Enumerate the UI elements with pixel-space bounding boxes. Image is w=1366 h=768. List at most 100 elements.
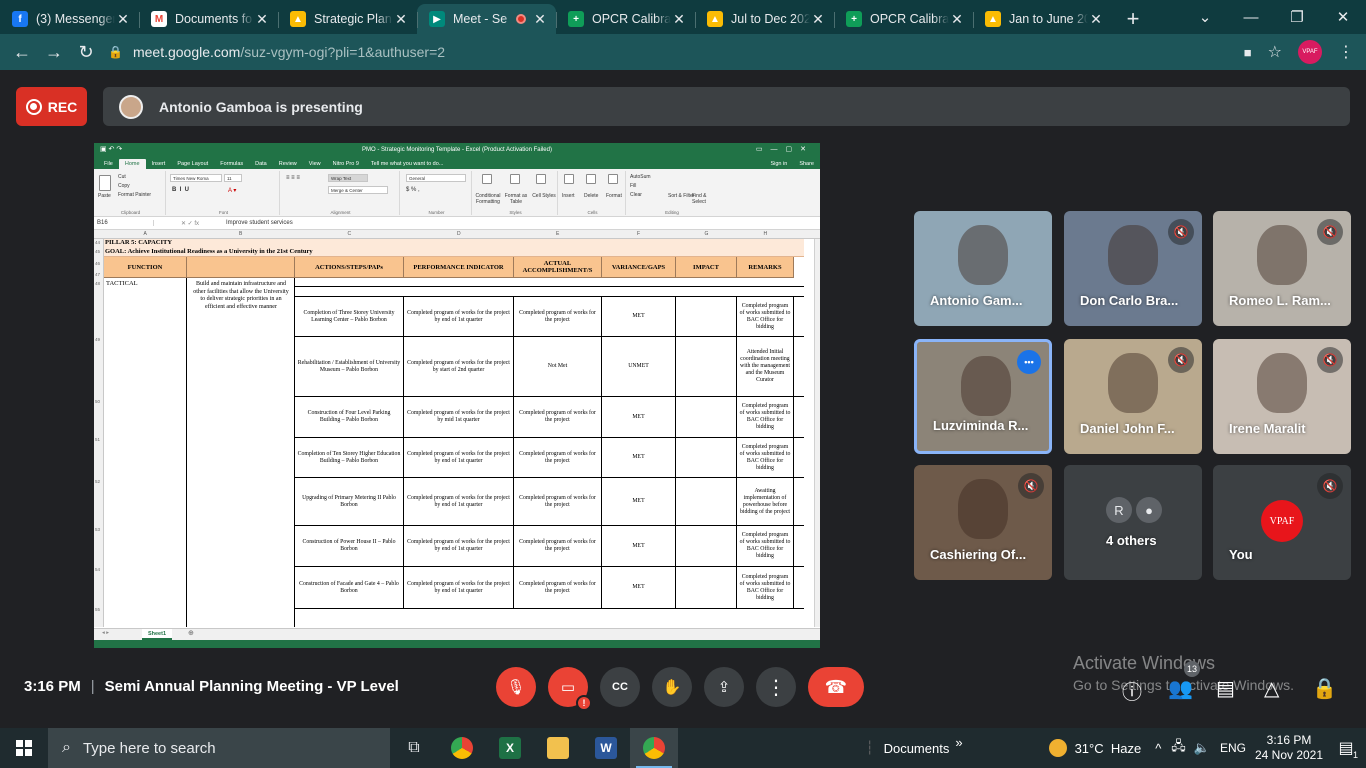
table-header-cell[interactable] [187,257,295,278]
table-cell[interactable]: Completed program of works for the proje… [404,337,514,396]
table-cell[interactable]: Completion of Three Storey University Le… [295,297,404,336]
address-bar[interactable]: 🔒 meet.google.com /suz-vgym-ogi?pli=1&au… [108,38,1218,66]
taskbar-search[interactable]: ⌕ Type here to search [48,728,390,768]
toolbar-chevron[interactable]: » [955,735,962,750]
column-header[interactable]: G [705,231,709,237]
profile-avatar[interactable]: VPAF [1298,40,1322,64]
browser-menu-icon[interactable]: ⋮ [1338,42,1354,62]
table-cell[interactable]: Completed program of works for the proje… [404,297,514,336]
browser-tab[interactable]: ▲ Strategic Plan ✕ [278,4,417,34]
sort-filter-label[interactable]: Sort & Filter [668,193,694,199]
table-cell[interactable]: MET [602,478,676,525]
table-spacer-row[interactable] [295,287,804,297]
table-header-cell[interactable]: FUNCTION [104,257,187,278]
column-header[interactable]: D [457,231,461,237]
browser-tab[interactable]: ▲ Jul to Dec 202 ✕ [695,4,834,34]
participant-tile[interactable]: Romeo L. Ram... 🔇 [1213,211,1351,326]
row-header[interactable]: 53 [95,527,100,532]
table-cell[interactable]: Attended Initial coordination meeting wi… [737,337,794,396]
row-header[interactable]: 49 [95,337,100,342]
table-cell[interactable]: Construction of Facade and Gate 4 – Pabl… [295,567,404,608]
vertical-scrollbar[interactable] [814,239,820,627]
wrap-text-button[interactable]: Wrap Text [328,174,368,182]
row-header[interactable]: 48 [95,281,100,286]
more-options-icon[interactable]: ••• [1017,350,1041,374]
font-color-icon[interactable]: A ▾ [228,187,236,194]
close-tab-icon[interactable]: ✕ [532,11,548,28]
table-header-cell[interactable]: ACTIONS/STEPS/PAPs [295,257,404,278]
row-header[interactable]: 51 [95,437,100,442]
more-options-button[interactable]: ⋮ [756,667,796,707]
table-row[interactable]: Rehabilitation / Establishment of Univer… [295,337,804,397]
browser-tab[interactable]: ▲ Jan to June 20 ✕ [973,4,1112,34]
autosum-label[interactable]: AutoSum [630,174,651,180]
table-header-cell[interactable]: ACTUAL ACCOMPLISHMENT/S [514,257,602,278]
table-cell[interactable]: Completed program of works submitted to … [737,526,794,566]
excel-menu-item[interactable]: Page Layout [171,161,214,169]
column-header[interactable]: F [637,231,640,237]
task-view-button[interactable]: ⧉ [390,728,438,768]
table-row[interactable]: Completion of Three Storey University Le… [295,297,804,337]
forward-button[interactable]: → [38,42,70,63]
table-row[interactable]: Construction of Power House II – Pablo B… [295,526,804,567]
table-cell[interactable]: Construction of Four Level Parking Build… [295,397,404,437]
table-cell[interactable]: Completed program of works for the proje… [404,478,514,525]
raise-hand-button[interactable]: ✋ [652,667,692,707]
tray-up-arrow-icon[interactable]: ^ [1155,741,1161,756]
participant-tile[interactable]: Don Carlo Bra... 🔇 [1064,211,1202,326]
notification-icon[interactable]: ▤ 1 [1326,738,1366,760]
table-cell[interactable]: Not Met [514,337,602,396]
column-header[interactable]: B [239,231,242,237]
excel-menu-item[interactable]: View [303,161,327,169]
clear-label[interactable]: Clear [630,192,642,198]
new-tab-button[interactable]: + [1118,4,1148,34]
paste-icon[interactable] [99,175,111,191]
column-header[interactable]: A [144,231,147,237]
captions-button[interactable]: CC [600,667,640,707]
table-cell[interactable]: MET [602,567,676,608]
minimize-button[interactable]: — [1228,9,1274,26]
function-column[interactable] [104,278,187,627]
row-header[interactable]: 44 [95,240,100,245]
row-header[interactable]: 55 [95,607,100,612]
table-row[interactable]: Construction of Facade and Gate 4 – Pabl… [295,567,804,609]
close-tab-icon[interactable]: ✕ [254,11,270,28]
cell-styles-icon[interactable] [536,174,546,184]
column-header[interactable]: C [348,231,352,237]
table-row[interactable]: Construction of Four Level Parking Build… [295,397,804,438]
table-header-cell[interactable]: VARIANCE/GAPS [602,257,676,278]
font-size-box[interactable]: 11 [224,174,242,182]
table-cell[interactable]: Completion of Ten Storey Higher Educatio… [295,438,404,477]
table-cell[interactable]: Completed program of works for the proje… [514,478,602,525]
excel-taskbar-button[interactable]: X [486,728,534,768]
table-cell[interactable] [676,397,737,437]
table-cell[interactable]: Completed program of works for the proje… [404,397,514,437]
row-header[interactable]: 50 [95,399,100,404]
weather-text[interactable]: 31°C Haze [1075,741,1142,756]
chrome-profile-taskbar-button[interactable] [630,728,678,768]
back-button[interactable]: ← [6,42,38,63]
delete-cells-icon[interactable] [586,174,596,184]
table-cell[interactable]: Completed program of works for the proje… [514,526,602,566]
table-cell[interactable]: Completed program of works submitted to … [737,438,794,477]
formula-input[interactable]: Improve student services [226,220,293,226]
participant-tile[interactable]: Cashiering Of... 🔇 [914,465,1052,580]
excel-menu-item[interactable]: Review [273,161,303,169]
add-sheet-icon[interactable]: ⊕ [188,629,194,637]
find-select-label[interactable]: Find & Select [692,193,716,205]
start-button[interactable] [0,728,48,768]
sheet-nav-arrows[interactable]: ◂ ▸ [102,630,109,636]
insert-cells-icon[interactable] [564,174,574,184]
fx-icon[interactable]: ✕ ✓ fx [154,220,226,227]
excel-menu-item[interactable]: Data [249,161,273,169]
table-cell[interactable]: Completed program of works for the proje… [514,297,602,336]
excel-menu-item[interactable]: Tell me what you want to do... [365,161,449,169]
volume-icon[interactable]: 🔈 [1194,740,1210,756]
table-cell[interactable]: Completed program of works for the proje… [514,567,602,608]
table-cell[interactable] [676,526,737,566]
bold-icon[interactable]: B I U [172,187,189,193]
file-explorer-button[interactable] [534,728,582,768]
table-cell[interactable]: Upgrading of Primary Metering II Pablo B… [295,478,404,525]
row-header[interactable]: 47 [95,272,100,277]
camera-in-use-icon[interactable]: ■ [1244,45,1252,60]
